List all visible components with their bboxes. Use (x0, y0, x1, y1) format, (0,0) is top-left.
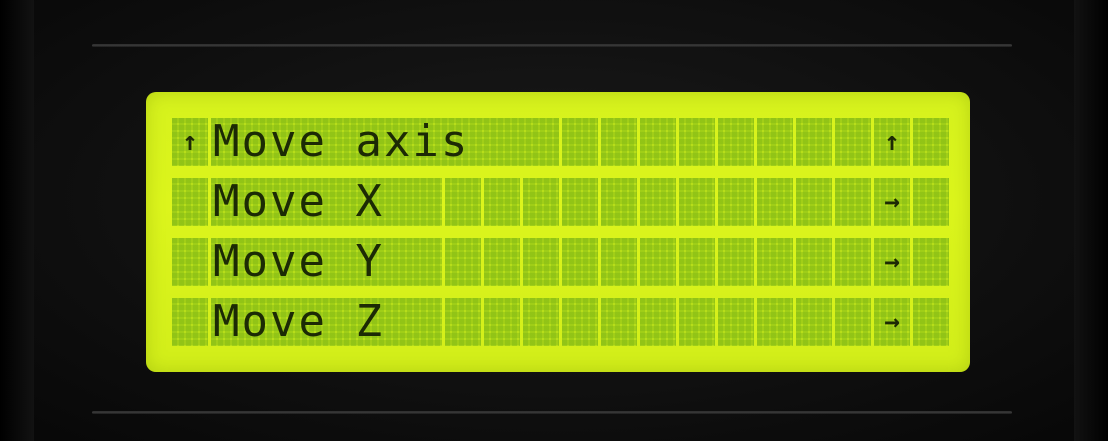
right-arrow-icon: → (884, 247, 900, 277)
blank-cell (679, 178, 715, 226)
blank-cell (835, 298, 871, 346)
row-marker-cell: ↑ (172, 118, 208, 166)
bezel-top-groove (92, 44, 1012, 47)
blank-cell (757, 178, 793, 226)
lcd-module: ↑ Move axis ↑ Move X → Move Y → Move Z → (0, 0, 1108, 441)
row-marker (172, 238, 208, 286)
lcd-screen: ↑ Move axis ↑ Move X → Move Y → Move Z → (146, 92, 970, 372)
menu-row-move-x[interactable]: Move X → (172, 178, 952, 226)
label-cell: Move X (211, 178, 442, 226)
menu-row-move-axis[interactable]: ↑ Move axis ↑ (172, 118, 952, 166)
menu-row-move-y[interactable]: Move Y → (172, 238, 952, 286)
blank-cell (679, 298, 715, 346)
blank-cell (796, 178, 832, 226)
row-marker (172, 178, 208, 226)
blank-cell (601, 238, 637, 286)
blank-cell (913, 178, 949, 226)
right-arrow-icon: → (884, 307, 900, 337)
trailing-icon-cell: → (874, 238, 910, 286)
blank-cell (445, 298, 481, 346)
bezel-left-edge (0, 0, 34, 441)
label-cell: Move Z (211, 298, 442, 346)
blank-cell (718, 118, 754, 166)
blank-cell (484, 238, 520, 286)
blank-cell (523, 238, 559, 286)
bezel-right-edge (1074, 0, 1108, 441)
blank-cell (445, 178, 481, 226)
blank-cell (562, 178, 598, 226)
blank-cell (562, 118, 598, 166)
row-marker-cell (172, 238, 208, 286)
blank-cell (757, 118, 793, 166)
right-arrow-icon: → (884, 187, 900, 217)
label-cell: Move Y (211, 238, 442, 286)
blank-cell (562, 238, 598, 286)
up-arrow-icon: ↑ (884, 127, 900, 157)
blank-cell (796, 238, 832, 286)
blank-cell (757, 298, 793, 346)
blank-cell (484, 178, 520, 226)
back-arrow-icon: ↑ (182, 127, 198, 157)
blank-cell (562, 298, 598, 346)
blank-cell (523, 178, 559, 226)
blank-cell (601, 178, 637, 226)
blank-cell (835, 178, 871, 226)
blank-cell (640, 178, 676, 226)
blank-cell (835, 118, 871, 166)
row-marker (172, 298, 208, 346)
blank-cell (640, 298, 676, 346)
blank-cell (796, 118, 832, 166)
bezel-bottom-groove (92, 411, 1012, 414)
menu-row-label: Move axis (213, 116, 470, 167)
blank-cell (835, 238, 871, 286)
blank-cell (601, 298, 637, 346)
menu-row-move-z[interactable]: Move Z → (172, 298, 952, 346)
blank-cell (679, 118, 715, 166)
label-cell: Move axis (211, 118, 559, 166)
blank-cell (796, 298, 832, 346)
blank-cell (718, 298, 754, 346)
blank-cell (679, 238, 715, 286)
blank-cell (757, 238, 793, 286)
blank-cell (718, 178, 754, 226)
blank-cell (445, 238, 481, 286)
trailing-icon-cell: → (874, 178, 910, 226)
blank-cell (913, 118, 949, 166)
row-marker-cell (172, 178, 208, 226)
menu-row-label: Move Y (213, 236, 384, 287)
blank-cell (484, 298, 520, 346)
blank-cell (523, 298, 559, 346)
blank-cell (718, 238, 754, 286)
menu-row-label: Move Z (213, 296, 384, 347)
blank-cell (913, 238, 949, 286)
trailing-icon-cell: → (874, 298, 910, 346)
blank-cell (640, 238, 676, 286)
blank-cell (601, 118, 637, 166)
lcd-character-grid: ↑ Move axis ↑ Move X → Move Y → Move Z → (172, 118, 952, 346)
blank-cell (640, 118, 676, 166)
row-marker-cell (172, 298, 208, 346)
menu-row-label: Move X (213, 176, 384, 227)
blank-cell (913, 298, 949, 346)
trailing-icon-cell: ↑ (874, 118, 910, 166)
